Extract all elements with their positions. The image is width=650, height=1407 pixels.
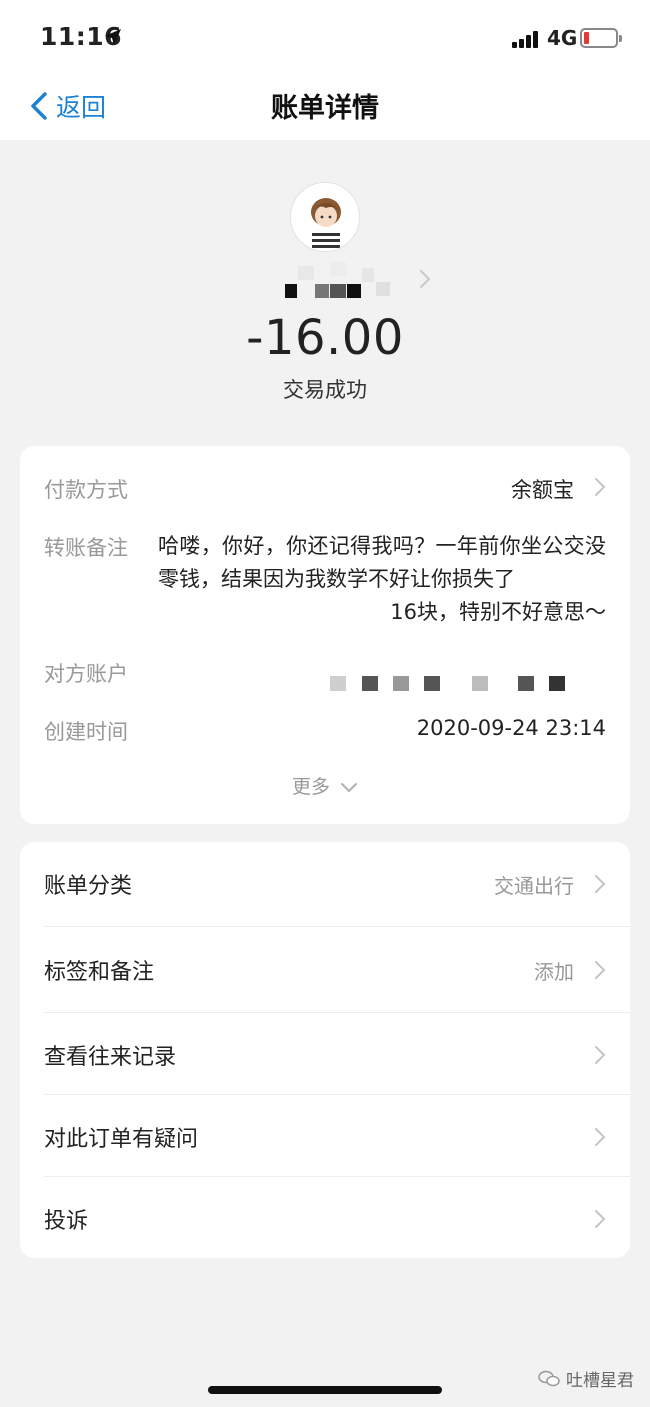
chevron-right-icon <box>595 1046 606 1064</box>
list-row-label: 查看往来记录 <box>44 1045 177 1070</box>
payee-chevron-icon <box>420 270 431 288</box>
payee-name-redacted[interactable] <box>0 262 650 302</box>
list-row-label: 账单分类 <box>44 874 133 899</box>
payment-method-value[interactable]: 余额宝 <box>511 474 574 504</box>
location-arrow-icon <box>105 29 121 45</box>
status-bar: 11:16 4G <box>0 0 650 72</box>
detail-card: 付款方式 余额宝 转账备注 哈喽，你好，你还记得我吗？一年前你坐公交没零钱，结果… <box>20 446 630 824</box>
memo-label: 转账备注 <box>44 536 128 560</box>
avatar[interactable] <box>290 182 360 252</box>
chevron-right-icon <box>595 875 606 893</box>
divider <box>44 926 630 927</box>
transaction-status: 交易成功 <box>283 378 367 402</box>
chevron-right-icon <box>595 961 606 979</box>
payment-method-label: 付款方式 <box>44 478 128 502</box>
list-row-label: 标签和备注 <box>44 960 155 985</box>
created-time-label: 创建时间 <box>44 720 128 744</box>
transfer-memo: 哈喽，你好，你还记得我吗？一年前你坐公交没零钱，结果因为我数学不好让你损失了 1… <box>158 530 606 629</box>
network-label: 4G <box>547 26 578 50</box>
amount: -16.00 <box>246 310 404 366</box>
created-time-value: 2020-09-24 23:14 <box>416 716 606 740</box>
list-row-order-question[interactable]: 对此订单有疑问 <box>20 1095 630 1177</box>
watermark-text: 吐槽星君 <box>566 1371 634 1391</box>
more-label: 更多 <box>291 776 330 798</box>
page-title: 账单详情 <box>271 93 379 124</box>
list-row-label: 投诉 <box>44 1209 89 1234</box>
home-indicator[interactable] <box>208 1386 442 1394</box>
chevron-right-icon <box>595 1128 606 1146</box>
list-row-history[interactable]: 查看往来记录 <box>20 1013 630 1095</box>
more-button[interactable]: 更多 <box>20 772 630 799</box>
signal-icon <box>512 30 542 48</box>
list-row-value: 交通出行 <box>494 874 574 898</box>
avatar-illustration <box>291 183 359 251</box>
wechat-icon <box>538 1370 560 1386</box>
nav-bar: 返回 账单详情 <box>0 72 650 140</box>
actions-card: 账单分类 交通出行 标签和备注 添加 查看往来记录 对此订单有疑问 投诉 <box>20 842 630 1258</box>
list-row-tags-notes[interactable]: 标签和备注 添加 <box>20 928 630 1010</box>
screen: 11:16 4G 返回 账单详情 -16.00 交易成功 付款方式 余额宝 转账… <box>0 0 650 1407</box>
list-row-complaint[interactable]: 投诉 <box>20 1177 630 1259</box>
chevron-right-icon <box>595 1210 606 1228</box>
list-row-label: 对此订单有疑问 <box>44 1127 199 1152</box>
memo-line-1: 哈喽，你好，你还记得我吗？一年前你坐公交没零钱，结果因为我数学不好让你损失了 <box>158 534 606 591</box>
account-label: 对方账户 <box>44 662 128 686</box>
chevron-right-icon[interactable] <box>594 477 606 497</box>
memo-line-2: 16块，特别不好意思～ <box>390 600 606 624</box>
chevron-down-icon <box>341 782 358 792</box>
battery-icon <box>580 28 622 48</box>
list-row-value: 添加 <box>534 960 574 984</box>
watermark: 吐槽星君 <box>538 1366 634 1391</box>
list-row-bill-category[interactable]: 账单分类 交通出行 <box>20 842 630 924</box>
